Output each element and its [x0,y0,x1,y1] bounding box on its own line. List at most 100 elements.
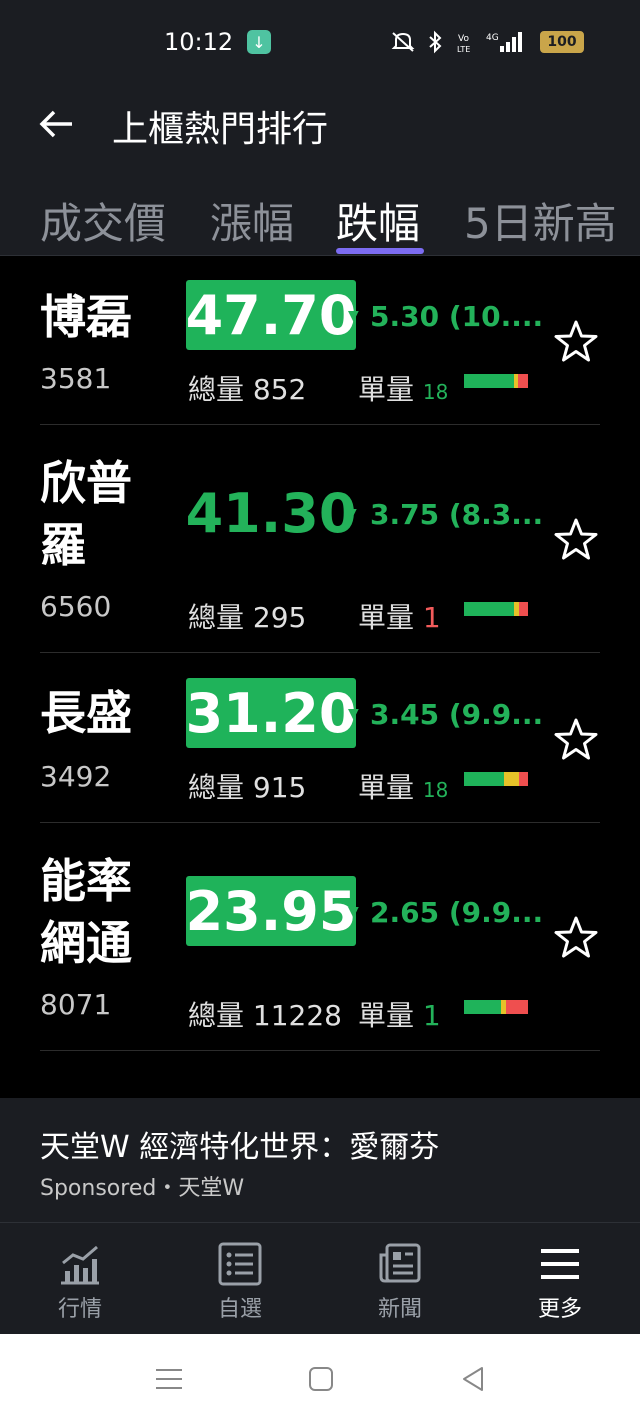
stock-change: 5.30 (10.... [370,300,544,333]
volume-label: 總量 [188,999,245,1032]
tab-gainers[interactable]: 漲幅 [210,190,294,251]
stock-name: 長盛 [40,686,132,740]
stock-change: 3.45 (9.9... [370,698,544,731]
unit-value: 18 [422,778,449,802]
status-icons: Vo LTE 4G [390,30,522,54]
nav-market[interactable]: 行情 [0,1223,160,1335]
ad-title[interactable]: 天堂W 經濟特化世界：愛爾芬 [40,1122,439,1166]
page-title: 上櫃熱門排行 [112,109,329,150]
unit-volume: 單量 18 [358,368,448,408]
recents-icon[interactable] [154,1364,184,1394]
unit-label: 單量 [358,601,415,634]
divider [40,652,600,653]
stock-price: 31.20 [185,681,357,745]
stock-change: 3.75 (8.3... [370,498,544,531]
price-box: 41.30 [186,478,357,548]
stock-code: 3581 [40,362,112,395]
divider [40,1050,600,1051]
ratio-bar [464,1000,528,1014]
svg-text:4G: 4G [486,33,499,43]
svg-text:Vo: Vo [458,34,469,44]
stock-code: 8071 [40,988,112,1021]
volume-value: 915 [252,771,307,804]
price-box: 23.95 [186,876,356,946]
stock-row[interactable]: 能率網通 8071 23.95 ▼ 2.65 (9.9... 總量 11228 … [0,824,640,1052]
star-icon[interactable] [552,914,600,962]
down-triangle-icon: ▼ [346,506,357,522]
volume-value: 852 [252,373,307,406]
volume: 總量 11228 [188,994,342,1034]
ad-subtitle: Sponsored・天堂W [40,1176,245,1201]
nav-label: 新聞 [377,1297,422,1322]
nav-label: 自選 [217,1297,262,1322]
down-triangle-icon: ▼ [348,706,359,722]
price-box: 31.20 [186,678,356,748]
ratio-bar [464,374,528,388]
unit-label: 單量 [358,999,415,1032]
nav-more[interactable]: 更多 [480,1223,640,1335]
star-icon[interactable] [552,716,600,764]
stock-name-partial[interactable]: 聯發 [40,1086,132,1098]
stock-code: 3492 [40,760,112,793]
star-icon[interactable] [552,318,600,366]
status-bar: 10:12 ↓ Vo LTE 4G 100 [0,0,640,86]
divider [40,424,600,425]
system-nav-bar [0,1334,640,1422]
stock-row[interactable]: 長盛 3492 31.20 ▼ 3.45 (9.9... 總量 915 單量 1… [0,654,640,824]
stock-name: 能率網通 [40,854,132,970]
unit-volume: 單量 18 [358,766,448,806]
download-icon: ↓ [247,30,271,54]
nav-news[interactable]: 新聞 [320,1223,480,1335]
volume: 總量 915 [188,766,306,806]
watchlist-icon [218,1242,262,1286]
unit-label: 單量 [358,373,415,406]
sponsored-ad[interactable]: 天堂W 經濟特化世界：愛爾芬 Sponsored・天堂W [0,1098,640,1222]
volume-label: 總量 [188,771,245,804]
unit-volume: 單量 1 [358,994,441,1034]
volume-label: 總量 [188,601,245,634]
svg-text:LTE: LTE [457,45,470,54]
down-triangle-icon: ▼ [348,308,359,324]
star-icon[interactable] [552,516,600,564]
ratio-bar [464,602,528,616]
stock-row[interactable]: 博磊 3581 47.70 ▼ 5.30 (10.... 總量 852 單量 1… [0,256,640,426]
unit-value: 1 [422,601,441,634]
stock-list[interactable]: 博磊 3581 47.70 ▼ 5.30 (10.... 總量 852 單量 1… [0,256,640,1098]
divider [40,822,600,823]
unit-label: 單量 [358,771,415,804]
status-time: 10:12 [164,28,234,56]
stock-code: 6560 [40,590,112,623]
back-triangle-icon[interactable] [458,1364,488,1394]
4g-signal-icon: 4G [486,32,522,52]
stock-price: 23.95 [185,879,357,943]
tab-5day-high[interactable]: 5日新高 [464,190,617,251]
nav-label: 行情 [57,1297,102,1322]
nav-watchlist[interactable]: 自選 [160,1223,320,1335]
home-icon[interactable] [306,1364,336,1394]
volume-value: 11228 [252,999,342,1032]
bottom-nav: 行情 自選 新聞 更多 [0,1222,640,1334]
nav-label: 更多 [537,1297,582,1322]
tab-price[interactable]: 成交價 [40,190,166,251]
price-box: 47.70 [186,280,356,350]
unit-value: 1 [422,999,441,1032]
battery-icon: 100 [540,31,584,53]
news-icon [379,1243,421,1283]
stock-name: 欣普羅 [40,456,132,572]
bluetooth-icon [429,30,442,54]
mute-icon [391,32,415,52]
down-triangle-icon: ▼ [348,904,359,920]
unit-value: 18 [422,380,449,404]
volte-icon: VoLTE [457,34,470,54]
volume: 總量 295 [188,596,306,636]
arrow-left-icon[interactable] [36,104,76,144]
stock-change: 2.65 (9.9... [370,896,544,929]
volume-value: 295 [252,601,307,634]
volume: 總量 852 [188,368,306,408]
stock-price: 47.70 [185,283,357,347]
tab-indicator [336,248,424,254]
tab-losers[interactable]: 跌幅 [336,190,420,251]
stock-row[interactable]: 欣普羅 6560 41.30 ▼ 3.75 (8.3... 總量 295 單量 … [0,426,640,654]
app-bar: 上櫃熱門排行 [0,86,640,170]
volume-label: 總量 [188,373,245,406]
